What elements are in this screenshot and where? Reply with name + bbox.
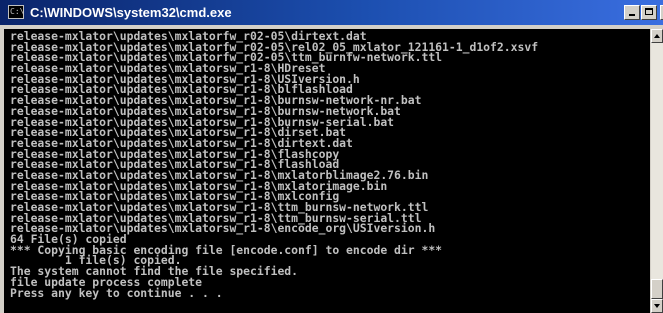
scroll-thumb[interactable] [651, 279, 663, 299]
minimize-icon [629, 14, 635, 16]
cmd-window: C:\ C:\WINDOWS\system32\cmd.exe × releas… [0, 0, 663, 313]
console-line: Press any key to continue . . . [10, 285, 223, 300]
maximize-icon [645, 8, 653, 15]
cmd-console-icon[interactable]: C:\ [8, 5, 24, 19]
scroll-up-button[interactable] [651, 29, 663, 43]
window-title: C:\WINDOWS\system32\cmd.exe [30, 5, 232, 20]
minimize-button[interactable] [624, 5, 640, 20]
maximize-button[interactable] [641, 5, 657, 20]
vertical-scrollbar[interactable] [650, 29, 663, 313]
title-bar[interactable]: C:\ C:\WINDOWS\system32\cmd.exe × [0, 0, 663, 25]
console-output[interactable]: release-mxlator\updates\mxlatorfw_r02-05… [4, 29, 650, 313]
scroll-up-arrow-icon [654, 34, 660, 38]
scroll-down-button[interactable] [651, 299, 663, 313]
console-lines: release-mxlator\updates\mxlatorfw_r02-05… [10, 30, 538, 300]
scroll-down-arrow-icon [654, 304, 660, 308]
